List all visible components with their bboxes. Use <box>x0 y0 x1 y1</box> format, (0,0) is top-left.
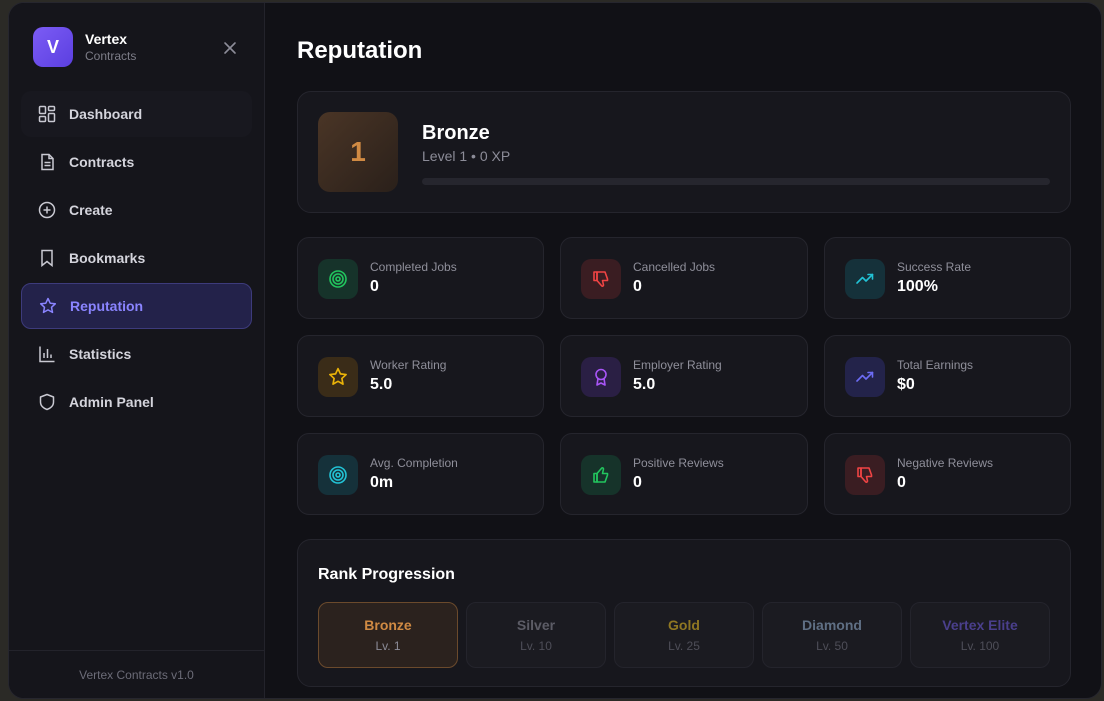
tier-silver: Silver Lv. 10 <box>466 602 606 668</box>
sidebar-item-bookmarks[interactable]: Bookmarks <box>21 235 252 281</box>
main-content: Reputation 1 Bronze Level 1 • 0 XP Compl… <box>297 3 1071 698</box>
stat-total-earnings: Total Earnings $0 <box>824 335 1071 417</box>
stat-value: 0 <box>633 474 642 491</box>
current-rank-card: 1 Bronze Level 1 • 0 XP <box>297 91 1071 213</box>
rank-progression-title: Rank Progression <box>318 566 455 583</box>
stat-label: Employer Rating <box>633 358 722 372</box>
rank-tiers: Bronze Lv. 1 Silver Lv. 10 Gold Lv. 25 D… <box>318 602 1050 668</box>
thumbs-down-icon <box>581 259 621 299</box>
bar-chart-icon <box>37 344 57 364</box>
close-sidebar-button[interactable] <box>221 39 239 57</box>
stat-label: Completed Jobs <box>370 260 457 274</box>
tier-level: Lv. 50 <box>816 639 848 653</box>
app-window: V Vertex Contracts Dashboard Contracts C… <box>8 2 1102 699</box>
rank-level-xp: Level 1 • 0 XP <box>422 148 511 164</box>
stat-label: Negative Reviews <box>897 456 994 470</box>
stat-negative-reviews: Negative Reviews 0 <box>824 433 1071 515</box>
tier-gold: Gold Lv. 25 <box>614 602 754 668</box>
stat-employer-rating: Employer Rating 5.0 <box>560 335 808 417</box>
rank-progression-card: Rank Progression Bronze Lv. 1 Silver Lv.… <box>297 539 1071 687</box>
sidebar-item-statistics[interactable]: Statistics <box>21 331 252 377</box>
stat-value: 0 <box>897 474 906 491</box>
sidebar-item-reputation[interactable]: Reputation <box>21 283 252 329</box>
stat-value: $0 <box>897 376 915 393</box>
tier-diamond: Diamond Lv. 50 <box>762 602 902 668</box>
thumbs-up-icon <box>581 455 621 495</box>
tier-level: Lv. 100 <box>960 639 1000 653</box>
stat-success-rate: Success Rate 100% <box>824 237 1071 319</box>
sidebar: V Vertex Contracts Dashboard Contracts C… <box>9 3 265 698</box>
award-icon <box>581 357 621 397</box>
tier-vertex-elite: Vertex Elite Lv. 100 <box>910 602 1050 668</box>
xp-progress-bar <box>422 178 1050 185</box>
tier-bronze: Bronze Lv. 1 <box>318 602 458 668</box>
stat-positive-reviews: Positive Reviews 0 <box>560 433 808 515</box>
tier-name: Silver <box>516 617 556 633</box>
stat-label: Worker Rating <box>370 358 447 372</box>
shield-icon <box>37 392 57 412</box>
page-title: Reputation <box>297 37 423 64</box>
dashboard-icon <box>37 104 57 124</box>
stat-avg-completion: Avg. Completion 0m <box>297 433 544 515</box>
document-icon <box>37 152 57 172</box>
rank-level-badge: 1 <box>318 112 398 192</box>
stat-value: 100% <box>897 278 938 295</box>
star-icon <box>38 296 58 316</box>
close-icon <box>224 42 236 54</box>
brand-subtitle: Contracts <box>85 49 137 63</box>
trending-up-icon <box>845 357 885 397</box>
stat-label: Cancelled Jobs <box>633 260 716 274</box>
tier-name: Diamond <box>802 617 862 633</box>
brand-logo: V <box>33 27 73 67</box>
stat-cancelled-jobs: Cancelled Jobs 0 <box>560 237 808 319</box>
tier-name: Vertex Elite <box>942 617 1018 633</box>
sidebar-item-dashboard[interactable]: Dashboard <box>21 91 252 137</box>
version-label: Vertex Contracts v1.0 <box>79 667 194 682</box>
sidebar-item-contracts[interactable]: Contracts <box>21 139 252 185</box>
rank-name: Bronze <box>422 122 490 144</box>
stat-value: 5.0 <box>370 376 393 393</box>
stat-worker-rating: Worker Rating 5.0 <box>297 335 544 417</box>
bookmark-icon <box>37 248 57 268</box>
sidebar-nav: Dashboard Contracts Create Bookmarks Rep… <box>21 91 252 427</box>
tier-name: Gold <box>668 617 700 633</box>
sidebar-item-create[interactable]: Create <box>21 187 252 233</box>
stat-label: Total Earnings <box>897 358 974 372</box>
thumbs-down-icon <box>845 455 885 495</box>
tier-level: Lv. 25 <box>668 639 700 653</box>
brand-name: Vertex <box>85 31 128 47</box>
stat-completed-jobs: Completed Jobs 0 <box>297 237 544 319</box>
stat-value: 0 <box>370 278 379 295</box>
tier-level: Lv. 10 <box>520 639 552 653</box>
star-icon <box>318 357 358 397</box>
stat-label: Positive Reviews <box>633 456 724 470</box>
sidebar-footer: Vertex Contracts v1.0 <box>9 650 264 698</box>
stat-label: Success Rate <box>897 260 972 274</box>
tier-name: Bronze <box>364 617 412 633</box>
brand: V Vertex Contracts <box>33 27 136 67</box>
sidebar-item-admin-panel[interactable]: Admin Panel <box>21 379 252 425</box>
stats-grid: Completed Jobs 0 Cancelled Jobs 0 Succes… <box>297 237 1071 515</box>
plus-circle-icon <box>37 200 57 220</box>
trending-up-icon <box>845 259 885 299</box>
stat-value: 5.0 <box>633 376 656 393</box>
stat-value: 0 <box>633 278 642 295</box>
stat-label: Avg. Completion <box>370 456 458 470</box>
target-icon <box>318 259 358 299</box>
stat-value: 0m <box>370 474 394 491</box>
tier-level: Lv. 1 <box>375 639 401 653</box>
target-icon <box>318 455 358 495</box>
